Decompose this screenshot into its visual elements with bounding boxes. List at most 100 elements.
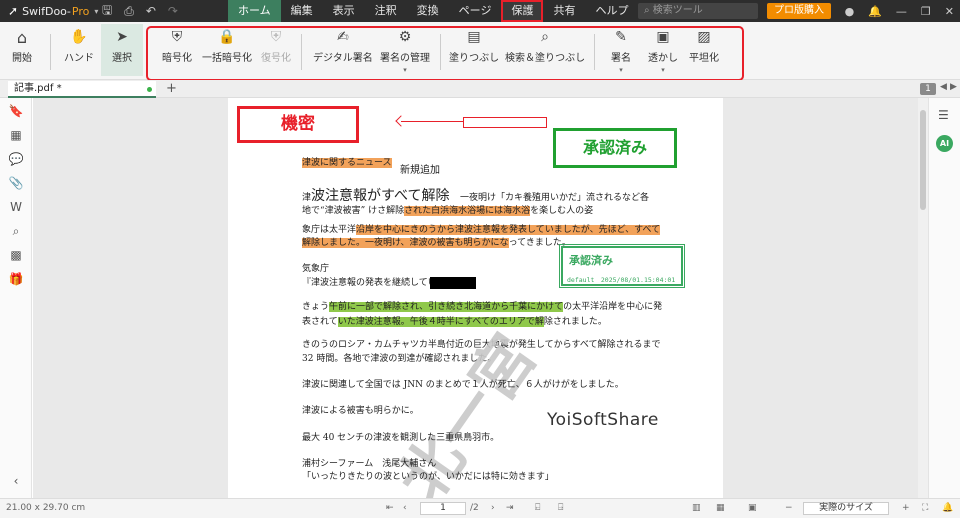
confidential-stamp[interactable]: 機密 — [237, 106, 359, 143]
paragraph-1-line-2: 地で“津波被害” けさ解除された白浜海水浴場には海水浴を楽しむ人の姿 — [302, 206, 594, 216]
account-icon[interactable]: ● — [845, 5, 855, 18]
redact-button[interactable]: ▤ 塗りつぶし — [449, 26, 499, 64]
watermark-label: 透かし — [648, 53, 678, 64]
document-tab[interactable]: 記事.pdf * — [8, 81, 156, 98]
search-redact-icon: ⌕ — [541, 29, 549, 45]
paragraph-7: 津波による被害も明らかに。 — [302, 406, 419, 416]
scrollbar-thumb[interactable] — [920, 110, 926, 210]
page-size-label: 21.00 x 29.70 cm — [6, 503, 86, 513]
image-icon[interactable]: ▩ — [9, 248, 23, 262]
decrypt-button[interactable]: ⛨ 復号化 — [261, 26, 291, 64]
zoom-in-icon[interactable]: + — [902, 499, 910, 518]
zoom-select[interactable]: 実際のサイズ — [803, 502, 889, 515]
tab-edit[interactable]: 編集 — [281, 0, 323, 22]
arrow-head — [395, 115, 407, 127]
thumbnails-icon[interactable]: ▦ — [9, 128, 23, 142]
approved-stamp[interactable]: 承認済み — [553, 128, 677, 168]
menu-tabs: ホーム 編集 表示 注釈 変換 ページ 保護 共有 ヘルプ — [228, 0, 638, 22]
last-page-icon[interactable]: ⇥ — [506, 499, 514, 518]
attachment-icon[interactable]: 📎 — [9, 176, 24, 190]
vertical-scrollbar[interactable] — [918, 98, 928, 498]
news-tag-line: 津波に関するニュース — [302, 158, 392, 168]
start-button[interactable]: ⌂ 開始 — [12, 26, 32, 65]
paragraph-3-line-2: 『津波注意報の発表を継続してい — [302, 278, 437, 288]
manage-signatures-button[interactable]: ⚙ 署名の管理 ▾ — [380, 26, 430, 74]
bookmark-icon[interactable]: 🔖 — [9, 104, 24, 118]
added-text[interactable]: 新規追加 — [400, 165, 440, 177]
digital-signature-label: デジタル署名 — [313, 53, 373, 64]
collapse-sidebar-icon[interactable]: ‹ — [9, 474, 23, 488]
tab-annotate[interactable]: 注釈 — [365, 0, 407, 22]
digital-signature-button[interactable]: ✍ デジタル署名 — [313, 26, 373, 64]
arrow-annotation[interactable] — [401, 121, 463, 122]
chevron-right-icon[interactable]: ▶ — [950, 82, 957, 92]
redo-icon[interactable]: ↷ — [168, 4, 178, 18]
single-page-view-icon[interactable]: ▥ — [692, 499, 701, 518]
buy-pro-button[interactable]: プロ版購入 — [767, 3, 831, 19]
notification-bell-icon[interactable]: 🔔 — [868, 5, 882, 18]
save-icon[interactable]: 🖫 — [102, 1, 112, 22]
digital-signature-icon: ✍ — [337, 29, 349, 45]
close-icon[interactable]: ✕ — [945, 5, 954, 18]
watermark-button[interactable]: ▣ 透かし ▾ — [648, 26, 678, 74]
handwritten-signature[interactable]: YoiSoftShare — [547, 410, 659, 430]
current-page-input[interactable]: 1 — [420, 502, 466, 515]
zoom-out-icon[interactable]: − — [785, 499, 793, 518]
home-icon: ⌂ — [16, 27, 28, 47]
chevron-down-icon: ▾ — [619, 66, 623, 74]
right-sidebar: ☰ AI — [928, 98, 960, 498]
tab-page[interactable]: ページ — [449, 0, 502, 22]
notification-icon[interactable]: 🔔 — [942, 499, 953, 518]
pdf-page[interactable]: 機密 承認済み 津波に関するニュース 新規追加 津波注意報がすべて解除 一夜明け… — [228, 98, 723, 498]
select-tool-button[interactable]: ➤ 選択 — [101, 24, 143, 76]
tab-view[interactable]: 表示 — [323, 0, 365, 22]
layout-view-icon[interactable]: ▦ — [716, 499, 725, 518]
lock-icon: 🔒 — [218, 29, 236, 45]
print-icon[interactable]: ⎙ — [124, 4, 134, 19]
forward-view-icon[interactable]: ⍈ — [558, 499, 563, 518]
fullscreen-icon[interactable]: ⛶ — [922, 499, 928, 518]
hand-tool-button[interactable]: ✋ ハンド — [64, 26, 94, 64]
fit-view-icon[interactable]: ▣ — [748, 499, 757, 518]
chevron-down-icon: ▾ — [403, 66, 407, 74]
document-canvas[interactable]: 機密 承認済み 津波に関するニュース 新規追加 津波注意報がすべて解除 一夜明け… — [33, 98, 928, 498]
signature-gear-icon: ⚙ — [398, 29, 412, 45]
batch-encrypt-button[interactable]: 🔒 一括暗号化 — [202, 26, 252, 64]
tab-home[interactable]: ホーム — [228, 0, 281, 22]
redaction-box[interactable] — [430, 277, 476, 289]
restore-icon[interactable]: ❐ — [921, 5, 931, 18]
tab-help[interactable]: ヘルプ — [585, 0, 638, 22]
paragraph-9-line-1: 浦村シーファーム 浅尾大輔さん — [302, 459, 437, 469]
approved-stamp-dated[interactable]: 承認済み default 2025/08/01.15:04:01 — [559, 244, 685, 288]
first-page-icon[interactable]: ⇤ — [386, 499, 394, 518]
ai-assistant-icon[interactable]: AI — [936, 135, 953, 152]
minimize-icon[interactable]: — — [896, 5, 907, 18]
encrypt-button[interactable]: ⛨ 暗号化 — [162, 26, 192, 64]
app-menu-button[interactable]: ➚ SwifDoo - Pro ▾ — [0, 4, 98, 18]
tab-share[interactable]: 共有 — [543, 0, 585, 22]
flatten-button[interactable]: ▨ 平坦化 — [689, 26, 719, 64]
settings-sliders-icon[interactable]: ☰ — [938, 108, 949, 122]
document-tab-bar: 記事.pdf * + ◀ ▶ — [0, 80, 960, 98]
back-view-icon[interactable]: ⍇ — [535, 499, 540, 518]
search-icon[interactable]: ⌕ — [9, 224, 23, 238]
flatten-icon: ▨ — [697, 29, 711, 45]
undo-icon[interactable]: ↶ — [146, 4, 156, 18]
comment-icon[interactable]: 💬 — [9, 152, 24, 166]
gift-icon[interactable]: 🎁 — [9, 272, 24, 286]
pen-icon: ✎ — [615, 29, 627, 45]
article-title: 津波注意報がすべて解除 一夜明け「カキ養殖用いかだ」流されるなど各 — [302, 188, 649, 204]
search-redact-button[interactable]: ⌕ 検索＆塗りつぶし — [505, 26, 585, 64]
paragraph-9-line-2: 「いったりきたりの波というのが、いかだには特に効きます」 — [302, 472, 554, 482]
sign-button[interactable]: ✎ 署名 ▾ — [611, 26, 631, 74]
next-page-icon[interactable]: › — [491, 499, 495, 518]
tab-protect[interactable]: 保護 — [501, 0, 544, 22]
search-tools-input[interactable]: ⌕ 検索ツール — [638, 3, 758, 19]
prev-page-icon[interactable]: ‹ — [403, 499, 407, 518]
tab-convert[interactable]: 変換 — [407, 0, 449, 22]
chevron-left-icon[interactable]: ◀ — [940, 82, 947, 92]
add-tab-button[interactable]: + — [166, 80, 177, 97]
watermark-icon: ▣ — [656, 29, 670, 45]
word-icon[interactable]: W — [9, 200, 23, 214]
rectangle-annotation[interactable] — [463, 117, 547, 128]
